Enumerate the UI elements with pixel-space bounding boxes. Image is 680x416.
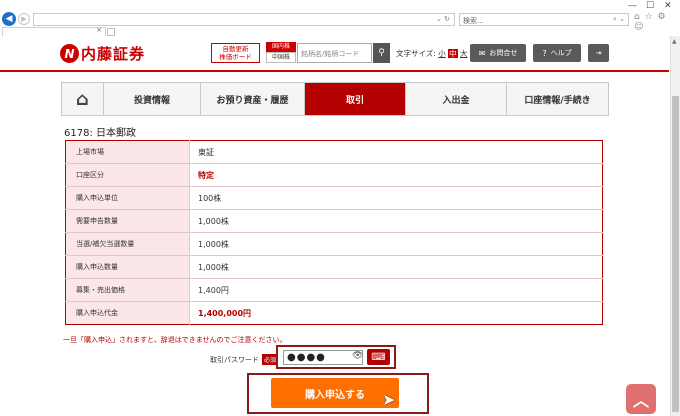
font-large-button[interactable]: 大 xyxy=(460,49,468,58)
back-to-top-button[interactable]: ︿ xyxy=(626,384,656,414)
logout-icon: ⇥ xyxy=(595,49,602,57)
font-medium-button[interactable]: 中 xyxy=(448,49,458,58)
question-icon: ? xyxy=(542,48,547,58)
back-arrow-icon: ◀ xyxy=(5,14,13,24)
page-scrollbar[interactable]: ▲ xyxy=(670,36,680,416)
tab-trading[interactable]: 取引 xyxy=(305,83,406,115)
site-logo[interactable]: N 内藤証券 xyxy=(60,43,145,64)
tab-investment-info[interactable]: 投資情報 xyxy=(104,83,201,115)
password-input[interactable]: ●●●● xyxy=(283,350,363,365)
browser-search-input[interactable]: 検索... ⌕ ⌄ xyxy=(459,13,629,26)
stock-type-selector[interactable]: 国内株 中国株 xyxy=(266,42,296,64)
table-row: 購入申込単位 100株 xyxy=(65,186,603,210)
tab-account-info[interactable]: 口座情報/手続き xyxy=(507,83,608,115)
contact-button[interactable]: ✉ お問合せ xyxy=(470,44,526,62)
logo-mark-icon: N xyxy=(60,44,79,63)
software-keyboard-button[interactable]: ⌨ xyxy=(367,349,390,365)
mouse-cursor-icon: ➤ xyxy=(382,390,396,409)
refresh-icon[interactable]: ⌄ ↻ xyxy=(436,15,450,23)
stock-code-input[interactable]: 銘柄名/銘柄コード xyxy=(297,43,372,63)
back-button[interactable]: ◀ xyxy=(2,12,16,26)
mail-icon: ✉ xyxy=(478,48,486,58)
scroll-up-icon[interactable]: ▲ xyxy=(672,38,677,45)
close-tab-icon[interactable]: × xyxy=(96,26,102,34)
new-tab-button[interactable] xyxy=(107,28,115,36)
stock-search-button[interactable]: ⚲ xyxy=(373,43,390,63)
table-row: 口座区分 特定 xyxy=(65,163,603,187)
table-row: 購入申込数量 1,000株 xyxy=(65,255,603,279)
table-row: 上場市場 東証 xyxy=(65,140,603,164)
address-bar[interactable]: ⌄ ↻ xyxy=(33,13,455,26)
home-icon: ⌂ xyxy=(76,88,89,110)
help-button[interactable]: ? ヘルプ xyxy=(533,44,581,62)
auto-update-board-button[interactable]: 自動更新 株価ボード xyxy=(211,43,260,63)
password-label: 取引パスワード 必須 xyxy=(210,354,279,365)
search-icon[interactable]: ⌕ ⌄ xyxy=(613,15,625,24)
tab-deposit-withdraw[interactable]: 入出金 xyxy=(406,83,507,115)
minimize-button[interactable]: — xyxy=(628,1,637,11)
buy-apply-button[interactable]: 購入申込する xyxy=(271,378,399,408)
logo-text: 内藤証券 xyxy=(81,45,146,63)
forward-arrow-icon: ▶ xyxy=(21,15,27,23)
site-header: N 内藤証券 自動更新 株価ボード 国内株 中国株 銘柄名/銘柄コード ⚲ 文字… xyxy=(0,36,669,72)
close-window-button[interactable]: ✕ xyxy=(664,1,672,11)
table-row: 募集・売出価格 1,400円 xyxy=(65,278,603,302)
table-row: 当選/補欠当選数量 1,000株 xyxy=(65,232,603,256)
page-title: 6178: 日本郵政 xyxy=(64,128,136,139)
chevron-up-icon: ︿ xyxy=(632,391,649,410)
nav-home[interactable]: ⌂ xyxy=(62,83,104,115)
domestic-stock-option[interactable]: 国内株 xyxy=(266,42,296,52)
table-row: 需要申告数量 1,000株 xyxy=(65,209,603,233)
show-password-icon[interactable]: 👁 xyxy=(352,351,363,361)
main-nav: ⌂ 投資情報 お預り資産・履歴 取引 入出金 口座情報/手続き xyxy=(61,82,609,116)
china-stock-option[interactable]: 中国株 xyxy=(266,52,296,63)
order-details-table: 上場市場 東証 口座区分 特定 購入申込単位 100株 需要申告数量 1,000株 当選… xyxy=(65,140,603,325)
search-icon: ⚲ xyxy=(378,48,385,58)
cancellation-warning: 一旦「購入申込」されますと、辞退はできませんのでご注意ください。 xyxy=(63,336,287,344)
tab-assets-history[interactable]: お預り資産・履歴 xyxy=(201,83,305,115)
forward-button[interactable]: ▶ xyxy=(18,13,30,25)
font-small-button[interactable]: 小 xyxy=(438,49,446,58)
scrollbar-thumb[interactable] xyxy=(672,96,679,412)
logout-button[interactable]: ⇥ xyxy=(588,44,609,62)
keyboard-icon: ⌨ xyxy=(371,351,386,363)
maximize-button[interactable]: ☐ xyxy=(646,1,654,11)
table-row: 購入申込代金 1,400,000円 xyxy=(65,301,603,325)
tab-row: × xyxy=(0,26,680,36)
font-size-control: 文字サイズ: 小 中 大 xyxy=(396,49,468,58)
address-row: ◀ ▶ ⌄ ↻ 検索... ⌕ ⌄ ⌂ ☆ ⚙ ☺ xyxy=(0,11,680,32)
browser-tab[interactable]: × xyxy=(2,26,106,36)
